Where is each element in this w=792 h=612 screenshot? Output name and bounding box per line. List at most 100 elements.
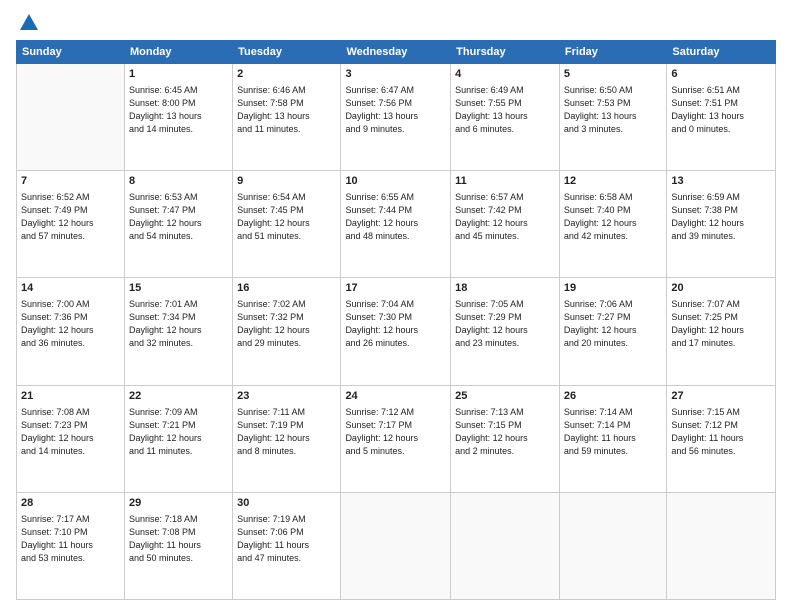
day-number: 12 [564,174,662,190]
week-row-2: 14Sunrise: 7:00 AM Sunset: 7:36 PM Dayli… [17,278,776,385]
week-row-3: 21Sunrise: 7:08 AM Sunset: 7:23 PM Dayli… [17,385,776,492]
day-content: Sunrise: 6:47 AM Sunset: 7:56 PM Dayligh… [345,84,446,136]
logo [16,12,40,34]
day-content: Sunrise: 7:17 AM Sunset: 7:10 PM Dayligh… [21,513,120,565]
weekday-header-saturday: Saturday [667,41,776,64]
calendar-cell: 28Sunrise: 7:17 AM Sunset: 7:10 PM Dayli… [17,492,125,599]
calendar-cell: 1Sunrise: 6:45 AM Sunset: 8:00 PM Daylig… [124,64,232,171]
weekday-header-wednesday: Wednesday [341,41,451,64]
weekday-header-friday: Friday [559,41,666,64]
calendar-cell: 7Sunrise: 6:52 AM Sunset: 7:49 PM Daylig… [17,171,125,278]
day-number: 24 [345,389,446,405]
day-content: Sunrise: 6:54 AM Sunset: 7:45 PM Dayligh… [237,191,336,243]
day-number: 18 [455,281,555,297]
calendar-cell: 18Sunrise: 7:05 AM Sunset: 7:29 PM Dayli… [451,278,560,385]
calendar-cell [667,492,776,599]
day-number: 29 [129,496,228,512]
day-content: Sunrise: 6:57 AM Sunset: 7:42 PM Dayligh… [455,191,555,243]
day-number: 17 [345,281,446,297]
day-number: 20 [671,281,771,297]
calendar-cell: 22Sunrise: 7:09 AM Sunset: 7:21 PM Dayli… [124,385,232,492]
day-content: Sunrise: 7:01 AM Sunset: 7:34 PM Dayligh… [129,298,228,350]
calendar-cell: 24Sunrise: 7:12 AM Sunset: 7:17 PM Dayli… [341,385,451,492]
day-number: 11 [455,174,555,190]
calendar-cell [341,492,451,599]
day-number: 13 [671,174,771,190]
day-content: Sunrise: 6:51 AM Sunset: 7:51 PM Dayligh… [671,84,771,136]
day-number: 28 [21,496,120,512]
day-content: Sunrise: 7:08 AM Sunset: 7:23 PM Dayligh… [21,406,120,458]
day-content: Sunrise: 6:52 AM Sunset: 7:49 PM Dayligh… [21,191,120,243]
day-content: Sunrise: 7:02 AM Sunset: 7:32 PM Dayligh… [237,298,336,350]
logo-icon [18,12,40,34]
day-number: 10 [345,174,446,190]
day-content: Sunrise: 7:14 AM Sunset: 7:14 PM Dayligh… [564,406,662,458]
day-content: Sunrise: 6:49 AM Sunset: 7:55 PM Dayligh… [455,84,555,136]
day-number: 3 [345,67,446,83]
day-number: 7 [21,174,120,190]
calendar-cell: 20Sunrise: 7:07 AM Sunset: 7:25 PM Dayli… [667,278,776,385]
header [16,12,776,34]
calendar-cell: 12Sunrise: 6:58 AM Sunset: 7:40 PM Dayli… [559,171,666,278]
calendar-cell: 8Sunrise: 6:53 AM Sunset: 7:47 PM Daylig… [124,171,232,278]
day-content: Sunrise: 6:58 AM Sunset: 7:40 PM Dayligh… [564,191,662,243]
calendar-cell [451,492,560,599]
calendar-cell: 29Sunrise: 7:18 AM Sunset: 7:08 PM Dayli… [124,492,232,599]
day-number: 26 [564,389,662,405]
weekday-header-monday: Monday [124,41,232,64]
day-number: 2 [237,67,336,83]
weekday-header-row: SundayMondayTuesdayWednesdayThursdayFrid… [17,41,776,64]
calendar-cell: 15Sunrise: 7:01 AM Sunset: 7:34 PM Dayli… [124,278,232,385]
calendar-cell: 16Sunrise: 7:02 AM Sunset: 7:32 PM Dayli… [233,278,341,385]
day-content: Sunrise: 6:55 AM Sunset: 7:44 PM Dayligh… [345,191,446,243]
calendar-cell: 25Sunrise: 7:13 AM Sunset: 7:15 PM Dayli… [451,385,560,492]
day-number: 30 [237,496,336,512]
calendar-cell: 3Sunrise: 6:47 AM Sunset: 7:56 PM Daylig… [341,64,451,171]
day-number: 27 [671,389,771,405]
day-content: Sunrise: 7:09 AM Sunset: 7:21 PM Dayligh… [129,406,228,458]
day-number: 8 [129,174,228,190]
calendar-cell: 4Sunrise: 6:49 AM Sunset: 7:55 PM Daylig… [451,64,560,171]
day-number: 6 [671,67,771,83]
day-content: Sunrise: 6:46 AM Sunset: 7:58 PM Dayligh… [237,84,336,136]
day-number: 9 [237,174,336,190]
weekday-header-tuesday: Tuesday [233,41,341,64]
day-number: 15 [129,281,228,297]
weekday-header-sunday: Sunday [17,41,125,64]
day-number: 4 [455,67,555,83]
calendar-table: SundayMondayTuesdayWednesdayThursdayFrid… [16,40,776,600]
week-row-0: 1Sunrise: 6:45 AM Sunset: 8:00 PM Daylig… [17,64,776,171]
day-content: Sunrise: 6:59 AM Sunset: 7:38 PM Dayligh… [671,191,771,243]
calendar-cell: 13Sunrise: 6:59 AM Sunset: 7:38 PM Dayli… [667,171,776,278]
calendar-cell: 23Sunrise: 7:11 AM Sunset: 7:19 PM Dayli… [233,385,341,492]
weekday-header-thursday: Thursday [451,41,560,64]
day-number: 1 [129,67,228,83]
day-number: 5 [564,67,662,83]
calendar-cell: 26Sunrise: 7:14 AM Sunset: 7:14 PM Dayli… [559,385,666,492]
day-number: 25 [455,389,555,405]
day-content: Sunrise: 7:15 AM Sunset: 7:12 PM Dayligh… [671,406,771,458]
calendar-cell: 14Sunrise: 7:00 AM Sunset: 7:36 PM Dayli… [17,278,125,385]
day-content: Sunrise: 6:53 AM Sunset: 7:47 PM Dayligh… [129,191,228,243]
calendar-cell: 5Sunrise: 6:50 AM Sunset: 7:53 PM Daylig… [559,64,666,171]
calendar-cell: 17Sunrise: 7:04 AM Sunset: 7:30 PM Dayli… [341,278,451,385]
day-content: Sunrise: 7:00 AM Sunset: 7:36 PM Dayligh… [21,298,120,350]
calendar-page: SundayMondayTuesdayWednesdayThursdayFrid… [0,0,792,612]
day-number: 16 [237,281,336,297]
day-content: Sunrise: 7:12 AM Sunset: 7:17 PM Dayligh… [345,406,446,458]
day-number: 21 [21,389,120,405]
day-content: Sunrise: 7:04 AM Sunset: 7:30 PM Dayligh… [345,298,446,350]
day-content: Sunrise: 6:50 AM Sunset: 7:53 PM Dayligh… [564,84,662,136]
day-number: 23 [237,389,336,405]
calendar-cell: 27Sunrise: 7:15 AM Sunset: 7:12 PM Dayli… [667,385,776,492]
calendar-cell: 30Sunrise: 7:19 AM Sunset: 7:06 PM Dayli… [233,492,341,599]
day-content: Sunrise: 7:06 AM Sunset: 7:27 PM Dayligh… [564,298,662,350]
day-number: 22 [129,389,228,405]
calendar-cell [17,64,125,171]
day-content: Sunrise: 7:11 AM Sunset: 7:19 PM Dayligh… [237,406,336,458]
day-content: Sunrise: 7:19 AM Sunset: 7:06 PM Dayligh… [237,513,336,565]
calendar-cell: 6Sunrise: 6:51 AM Sunset: 7:51 PM Daylig… [667,64,776,171]
day-content: Sunrise: 7:07 AM Sunset: 7:25 PM Dayligh… [671,298,771,350]
day-content: Sunrise: 7:05 AM Sunset: 7:29 PM Dayligh… [455,298,555,350]
calendar-cell: 21Sunrise: 7:08 AM Sunset: 7:23 PM Dayli… [17,385,125,492]
